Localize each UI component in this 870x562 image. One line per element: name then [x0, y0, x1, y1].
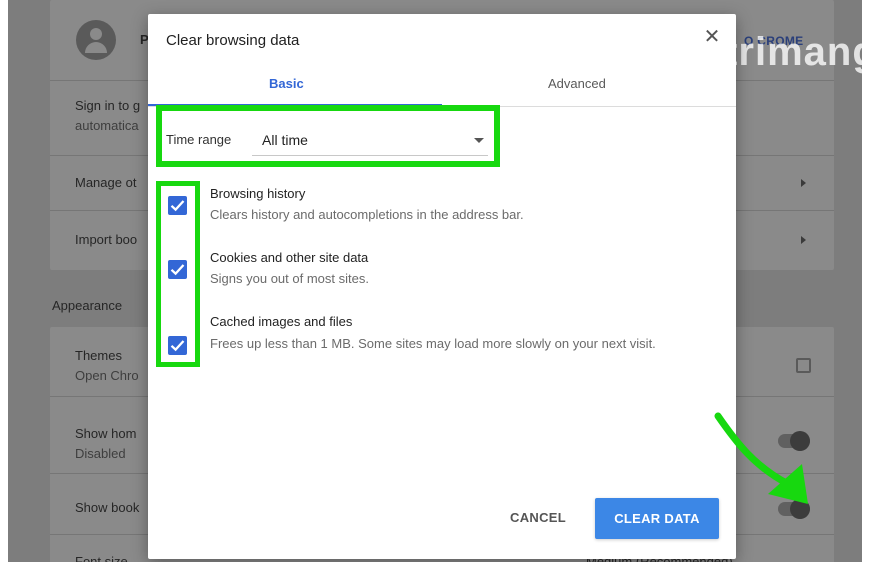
manage-row-title[interactable]: Manage ot: [75, 173, 136, 193]
avatar-icon: [76, 20, 116, 60]
close-icon[interactable]: ✕: [702, 26, 722, 48]
checkmark-icon: [170, 264, 185, 276]
time-range-select[interactable]: All time: [252, 124, 488, 156]
tab-advanced[interactable]: Advanced: [548, 76, 606, 91]
cookies-description: Signs you out of most sites.: [210, 271, 369, 286]
browsing-history-title: Browsing history: [210, 186, 306, 201]
show-home-row-subtitle: Disabled: [75, 446, 126, 461]
cached-images-description: Frees up less than 1 MB. Some sites may …: [210, 336, 656, 351]
show-home-row-title[interactable]: Show hom: [75, 424, 136, 444]
cached-images-title: Cached images and files: [210, 314, 353, 329]
browsing-history-description: Clears history and autocompletions in th…: [210, 207, 524, 222]
sign-in-row-title[interactable]: Sign in to g: [75, 96, 140, 116]
font-size-row-title[interactable]: Font size: [75, 552, 128, 562]
show-bookmarks-row-title[interactable]: Show book: [75, 498, 139, 518]
sign-in-row-subtitle: automatica: [75, 118, 139, 133]
cookies-checkbox[interactable]: [168, 260, 187, 279]
appearance-heading: Appearance: [52, 298, 123, 313]
dialog-title: Clear browsing data: [166, 32, 300, 49]
time-range-value: All time: [262, 132, 308, 148]
external-link-icon[interactable]: [796, 358, 811, 373]
cached-images-checkbox[interactable]: [168, 336, 187, 355]
themes-row-title[interactable]: Themes: [75, 346, 122, 366]
tab-basic[interactable]: Basic: [269, 76, 304, 91]
browsing-history-checkbox[interactable]: [168, 196, 187, 215]
import-row-title[interactable]: Import boo: [75, 230, 137, 250]
clear-browsing-data-dialog: Clear browsing data ✕ Basic Advanced Tim…: [148, 14, 808, 559]
cancel-button[interactable]: CANCEL: [498, 498, 578, 538]
chevron-right-icon: [801, 236, 806, 244]
checkmark-icon: [170, 200, 185, 212]
themes-row-subtitle: Open Chro: [75, 368, 139, 383]
cookies-title: Cookies and other site data: [210, 250, 369, 265]
checkmark-icon: [170, 340, 185, 352]
chevron-right-icon: [801, 179, 806, 187]
clear-data-button[interactable]: CLEAR DATA: [595, 498, 719, 539]
annotation-arrow-icon: [714, 412, 808, 504]
chevron-down-icon: [474, 138, 484, 143]
time-range-label: Time range: [166, 132, 232, 147]
